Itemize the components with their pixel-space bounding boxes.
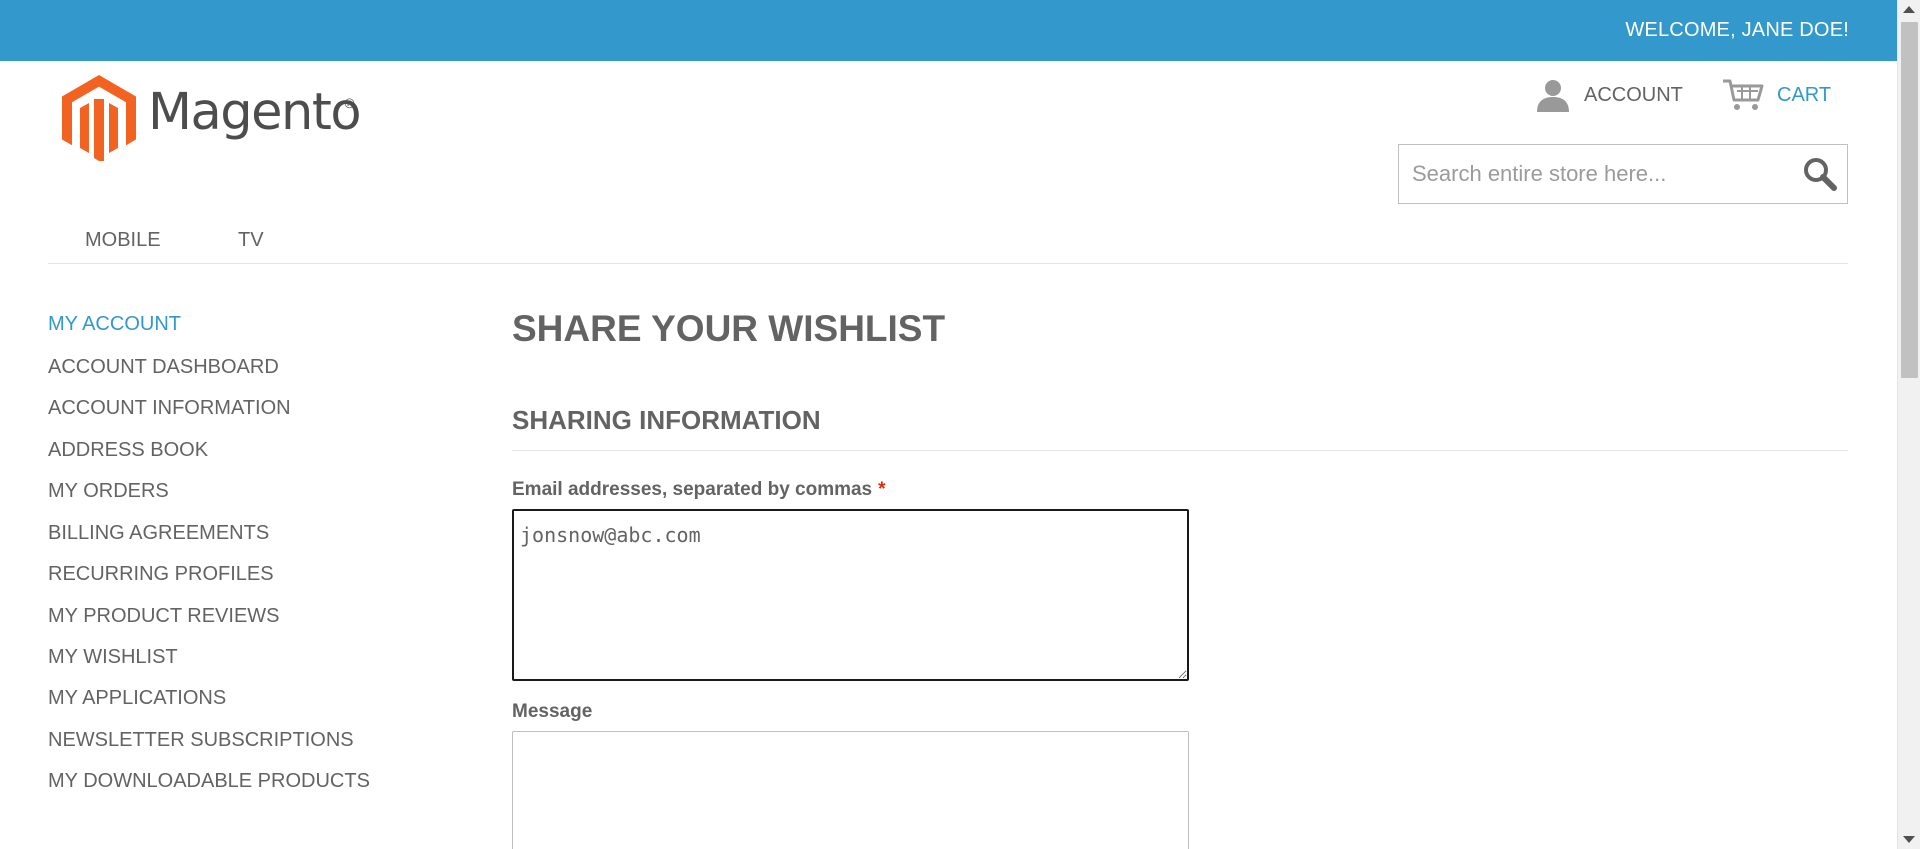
email-field-label: Email addresses, separated by commas * [512,479,886,501]
required-mark: * [878,479,886,500]
sidebar-item-newsletter-subscriptions[interactable]: NEWSLETTER SUBSCRIPTIONS [48,729,354,752]
scroll-down-arrow-icon[interactable] [1903,836,1915,843]
scroll-thumb[interactable] [1901,22,1918,378]
main-navigation: MOBILE TV [48,227,1848,264]
cart-label: CART [1777,83,1832,106]
welcome-message: WELCOME, JANE DOE! [1625,19,1849,41]
sidebar-item-my-applications[interactable]: MY APPLICATIONS [48,687,226,710]
logo-wordmark: Magento [148,83,362,142]
store-logo[interactable]: Magento ® [62,75,362,161]
message-field-label: Message [512,701,593,722]
page-title: SHARE YOUR WISHLIST [512,308,946,349]
magento-logo-icon [62,75,136,161]
sidebar-item-billing-agreements[interactable]: BILLING AGREEMENTS [48,522,269,545]
sidebar-item-recurring-profiles[interactable]: RECURRING PROFILES [48,563,274,586]
user-icon [1537,80,1569,112]
email-addresses-field[interactable]: jonsnow@abc.com [512,509,1189,681]
page-scrollbar[interactable] [1897,0,1920,849]
message-field[interactable] [512,731,1189,849]
cart-icon [1723,79,1764,110]
sidebar-item-my-orders[interactable]: MY ORDERS [48,480,169,503]
top-welcome-bar: WELCOME, JANE DOE! [0,0,1897,61]
sidebar-item-my-downloadable-products[interactable]: MY DOWNLOADABLE PRODUCTS [48,770,370,793]
scroll-up-arrow-icon[interactable] [1903,6,1915,13]
sidebar-item-account-dashboard[interactable]: ACCOUNT DASHBOARD [48,356,279,379]
search-input[interactable] [1399,145,1789,203]
nav-item-mobile[interactable]: MOBILE [85,229,161,252]
sidebar-item-address-book[interactable]: ADDRESS BOOK [48,439,208,462]
sidebar-item-account-information[interactable]: ACCOUNT INFORMATION [48,397,291,420]
search-icon[interactable] [1801,155,1839,193]
sidebar-item-my-wishlist[interactable]: MY WISHLIST [48,646,178,669]
account-link[interactable]: ACCOUNT [1535,78,1683,112]
logo-registered-mark: ® [343,97,356,112]
section-title: SHARING INFORMATION [512,405,1848,451]
sidebar-title[interactable]: MY ACCOUNT [48,313,181,336]
email-label-text: Email addresses, separated by commas [512,479,873,500]
sidebar-item-my-product-reviews[interactable]: MY PRODUCT REVIEWS [48,605,280,628]
nav-item-tv[interactable]: TV [238,229,264,252]
cart-link[interactable]: CART [1722,78,1831,112]
search-form [1398,144,1848,204]
account-label: ACCOUNT [1584,83,1683,106]
